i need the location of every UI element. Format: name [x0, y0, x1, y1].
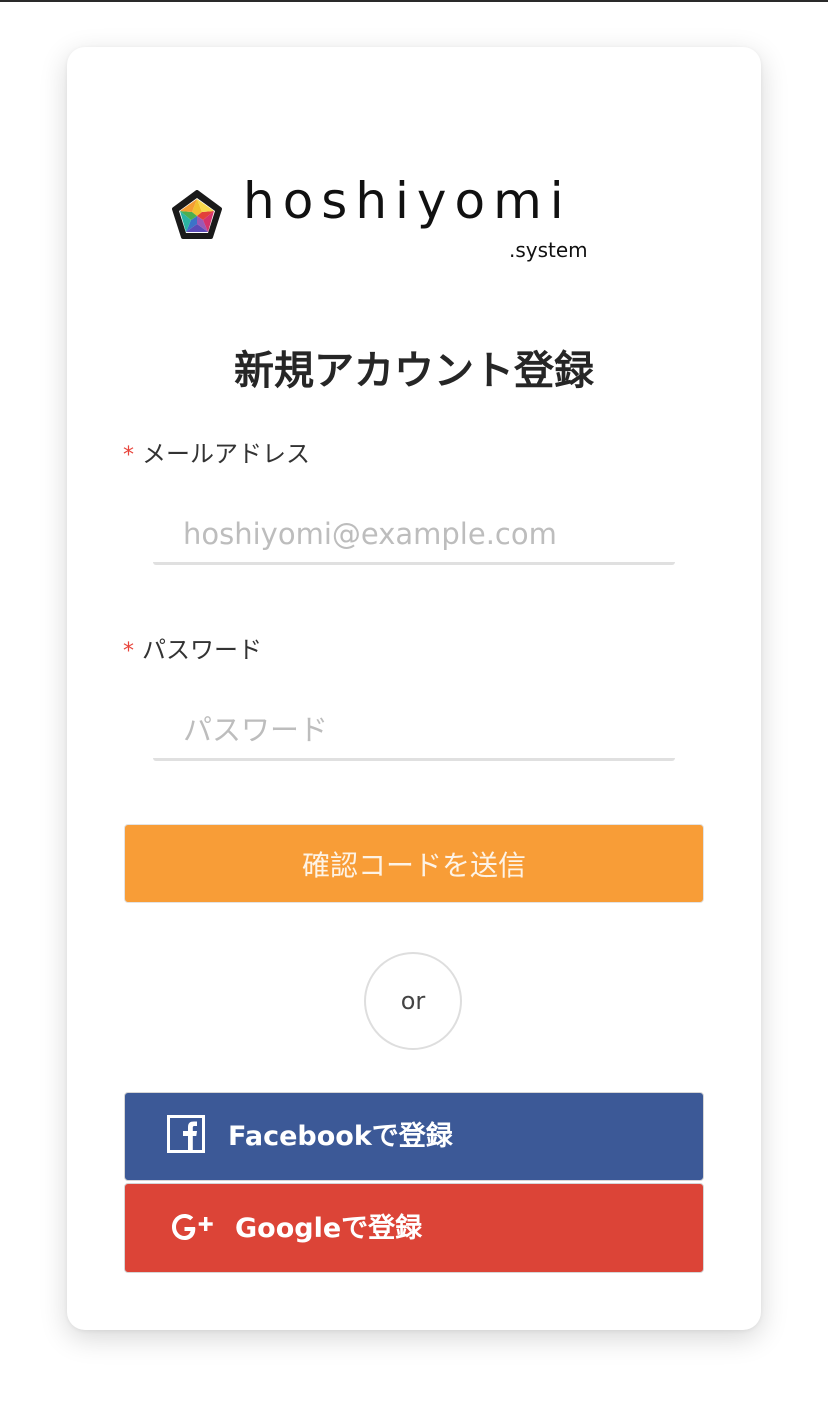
brand-name: hoshiyomi [243, 172, 572, 230]
or-divider: or [364, 952, 462, 1050]
required-mark: * [123, 639, 134, 664]
top-divider [0, 0, 828, 2]
email-label: * メールアドレス [123, 442, 310, 467]
star-pentagon-logo-icon [172, 190, 222, 239]
facebook-signup-button[interactable]: Facebookで登録 [124, 1092, 704, 1181]
google-plus-icon [172, 1214, 213, 1240]
password-input[interactable] [153, 701, 675, 761]
send-code-label: 確認コードを送信 [301, 848, 526, 882]
google-signup-button[interactable]: Googleで登録 [124, 1183, 704, 1273]
email-label-text: メールアドレス [142, 440, 310, 468]
facebook-icon [167, 1115, 205, 1153]
brand-suffix: .system [509, 238, 588, 262]
google-signup-label: Googleで登録 [235, 1213, 423, 1244]
send-code-button[interactable]: 確認コードを送信 [124, 824, 704, 903]
facebook-signup-label: Facebookで登録 [228, 1121, 453, 1152]
email-input[interactable] [153, 505, 675, 565]
page-title: 新規アカウント登録 [234, 348, 594, 394]
signup-card: hoshiyomi .system 新規アカウント登録 * メールアドレス * パス… [67, 47, 761, 1330]
password-label-text: パスワード [142, 636, 262, 664]
brand-logo: hoshiyomi .system [171, 176, 611, 270]
password-label: * パスワード [123, 638, 262, 663]
required-mark: * [123, 443, 134, 468]
